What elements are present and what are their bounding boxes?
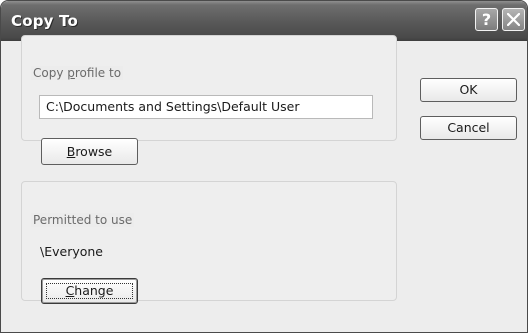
help-button[interactable]: ? [475,8,498,31]
window-title: Copy To [11,12,78,30]
destination-path-field[interactable]: C:\Documents and Settings\Default User [39,95,373,119]
focus-rectangle [46,283,133,299]
help-icon: ? [481,10,492,29]
cancel-button[interactable]: Cancel [420,116,517,140]
close-button[interactable] [502,8,525,31]
browse-button[interactable]: Browse [41,138,138,165]
copy-profile-legend: Copy profile to [31,66,124,80]
copy-profile-group [21,35,397,141]
permitted-user: \Everyone [40,244,103,259]
browse-label: Browse [66,144,113,159]
copy-profile-legend-text: Copy profile to [33,66,122,80]
ok-button[interactable]: OK [420,78,517,102]
permitted-legend: Permitted to use [31,213,135,227]
change-button[interactable]: Change [41,278,138,304]
close-icon [507,13,520,26]
